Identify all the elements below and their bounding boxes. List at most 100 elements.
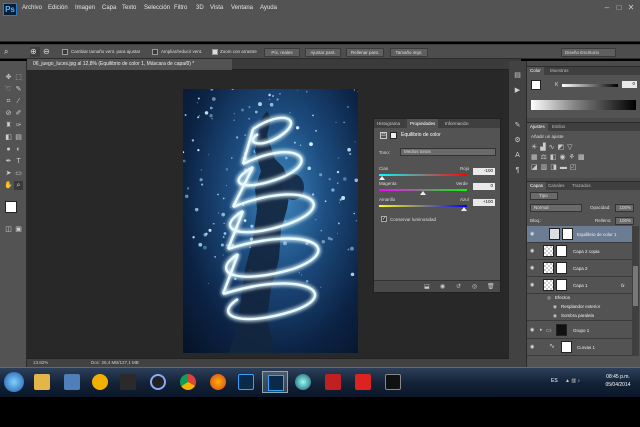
layer-kind-filter[interactable]: Tipo <box>530 192 558 200</box>
threshold-icon[interactable]: ◨ <box>550 164 560 171</box>
eraser-tool-icon[interactable]: ◧ <box>4 133 13 142</box>
levels-icon[interactable]: ▟ <box>540 144 548 151</box>
workspace-select[interactable]: Diseño Escritorio <box>561 48 616 57</box>
tab-canales[interactable]: Canales <box>545 182 568 190</box>
effect-outer-glow-row[interactable]: ◉ Resplandor exterior <box>527 303 632 312</box>
layers-scroll-thumb[interactable] <box>633 266 638 306</box>
tono-select[interactable]: Medios tonos <box>400 148 496 156</box>
group-mask-thumbnail[interactable] <box>556 324 567 336</box>
chrome-icon[interactable] <box>180 374 196 390</box>
resize-windows-checkbox[interactable] <box>62 49 68 55</box>
quick-select-icon[interactable]: ✎ <box>14 85 23 94</box>
fill-screen-button[interactable]: Rellenar pant. <box>346 48 384 57</box>
close-icon[interactable]: ✕ <box>626 3 636 13</box>
taskbar-app-10-icon[interactable] <box>295 374 311 390</box>
eye-icon[interactable]: ◉ <box>530 231 537 238</box>
clone-stamp-icon[interactable]: ♜ <box>4 121 13 130</box>
explorer-icon[interactable] <box>34 374 50 390</box>
minimize-icon[interactable]: – <box>602 3 612 13</box>
eyedropper-icon[interactable]: ⁄ <box>14 97 23 106</box>
history-panel-icon[interactable]: ▤ <box>513 71 522 80</box>
tab-trazados[interactable]: Trazados <box>569 182 594 190</box>
layer-name[interactable]: Capa 2 <box>573 265 588 272</box>
layer-row[interactable]: ◉ Capa 2 <box>527 260 632 277</box>
lasso-tool-icon[interactable]: ➰ <box>4 85 13 94</box>
screen-mode-icon[interactable]: ▣ <box>14 225 23 234</box>
clone-source-panel-icon[interactable]: ⚙ <box>513 136 522 145</box>
layer-row[interactable]: ◉ Equilibrio de color 1 <box>527 226 632 243</box>
eye-icon[interactable]: ◉ <box>530 327 537 334</box>
quick-mask-icon[interactable]: ◫ <box>4 225 13 234</box>
menu-ayuda[interactable]: Ayuda <box>260 5 277 11</box>
shape-tool-icon[interactable]: ▭ <box>14 169 23 178</box>
vibrance-icon[interactable]: ▽ <box>567 144 575 151</box>
effect-drop-shadow-row[interactable]: ◉ Sombra paralela <box>527 312 632 321</box>
canvas-image[interactable] <box>183 89 358 353</box>
tab-estilos[interactable]: Estilos <box>549 123 568 131</box>
preserve-luminosity-checkbox[interactable]: ✓ <box>381 216 387 222</box>
opacity-input[interactable]: 100% <box>615 204 634 212</box>
clock-time[interactable]: 08:45 p.m. <box>600 374 636 380</box>
brushes-panel-icon[interactable]: ✎ <box>513 121 522 130</box>
color-ramp[interactable] <box>531 100 636 110</box>
delete-adjustment-icon[interactable]: 🗑 <box>487 283 495 290</box>
photoshop-active-taskbar-button[interactable] <box>262 371 288 393</box>
slider-cian-rojo-thumb[interactable] <box>379 176 385 180</box>
layer-mask-thumbnail[interactable] <box>562 228 573 240</box>
effects-row[interactable]: ◎ Efectos <box>527 294 632 303</box>
clock-date[interactable]: 05/04/2014 <box>600 382 636 388</box>
zoom-in-icon[interactable]: ⊕ <box>30 47 40 57</box>
maximize-icon[interactable]: □ <box>614 3 624 13</box>
selective-color-icon[interactable]: ◰ <box>570 164 580 171</box>
fill-input[interactable]: 100% <box>615 217 634 225</box>
slider-magenta-verde-value[interactable]: 0 <box>473 183 495 190</box>
mask-icon[interactable] <box>390 132 397 139</box>
layers-scrollbar[interactable] <box>632 226 639 356</box>
firefox-icon[interactable] <box>210 374 226 390</box>
tab-capas[interactable]: Capas <box>527 182 547 190</box>
taskbar-app-3-icon[interactable] <box>92 374 108 390</box>
slider-amarillo-azul-track[interactable] <box>379 205 467 207</box>
crop-tool-icon[interactable]: ⌗ <box>4 97 13 106</box>
fx-badge[interactable]: fx <box>621 282 625 289</box>
color-fg-swatch[interactable] <box>531 80 541 90</box>
invert-icon[interactable]: ◪ <box>531 164 541 171</box>
menu-filtro[interactable]: Filtro <box>174 5 187 11</box>
gradient-map-icon[interactable]: ▬ <box>560 164 570 171</box>
hue-sat-icon[interactable]: ▦ <box>531 154 541 161</box>
actions-panel-icon[interactable]: ▶ <box>513 86 522 95</box>
effect-eye-icon[interactable]: ◉ <box>553 304 557 310</box>
history-brush-icon[interactable]: ✑ <box>14 121 23 130</box>
zoom-tool-icon[interactable]: ⌕ <box>4 47 14 57</box>
chevron-right-icon[interactable]: ▸ <box>540 327 543 333</box>
layer-mask-thumbnail[interactable] <box>556 279 567 291</box>
taskbar-app-5-icon[interactable] <box>150 374 166 390</box>
taskbar-app-12-icon[interactable] <box>355 374 371 390</box>
layer-name[interactable]: Capa 1 <box>573 282 588 289</box>
layer-mask-thumbnail[interactable] <box>556 245 567 257</box>
layer-name[interactable]: Capa 2 copia <box>573 248 600 255</box>
layer-row[interactable]: ◉ Capa 2 copia <box>527 243 632 260</box>
brightness-icon[interactable]: ☀ <box>531 144 540 151</box>
tab-ajustes[interactable]: Ajustes <box>527 123 548 131</box>
gradient-tool-icon[interactable]: ▤ <box>14 133 23 142</box>
tab-muestras[interactable]: Muestras <box>547 67 572 75</box>
paragraph-panel-icon[interactable]: ¶ <box>513 166 522 175</box>
layer-mask-thumbnail[interactable] <box>556 262 567 274</box>
hand-tool-icon[interactable]: ✋ <box>4 181 13 190</box>
eye-icon[interactable]: ◉ <box>530 265 537 272</box>
eye-icon[interactable]: ◉ <box>530 248 537 255</box>
layer-name[interactable]: Equilibrio de color 1 <box>577 231 617 238</box>
slider-cian-rojo-value[interactable]: -100 <box>473 168 495 175</box>
exposure-icon[interactable]: ◩ <box>558 144 568 151</box>
visibility-icon[interactable]: ◎ <box>472 283 477 290</box>
tray-icons[interactable]: ▲ ▥ ♪ <box>565 378 580 384</box>
layer-row[interactable]: ◉ ∿ Curvas 1 <box>527 339 632 356</box>
taskbar-app-11-icon[interactable] <box>325 374 341 390</box>
photoshop-taskbar-icon[interactable] <box>238 374 254 390</box>
menu-ventana[interactable]: Ventana <box>231 5 253 11</box>
dodge-tool-icon[interactable]: ◐ <box>14 145 23 154</box>
layer-group-row[interactable]: ◉ ▸ ▭ Grupo 1 <box>527 322 632 339</box>
path-select-icon[interactable]: ➤ <box>4 169 13 178</box>
brush-tool-icon[interactable]: ✐ <box>14 109 23 118</box>
